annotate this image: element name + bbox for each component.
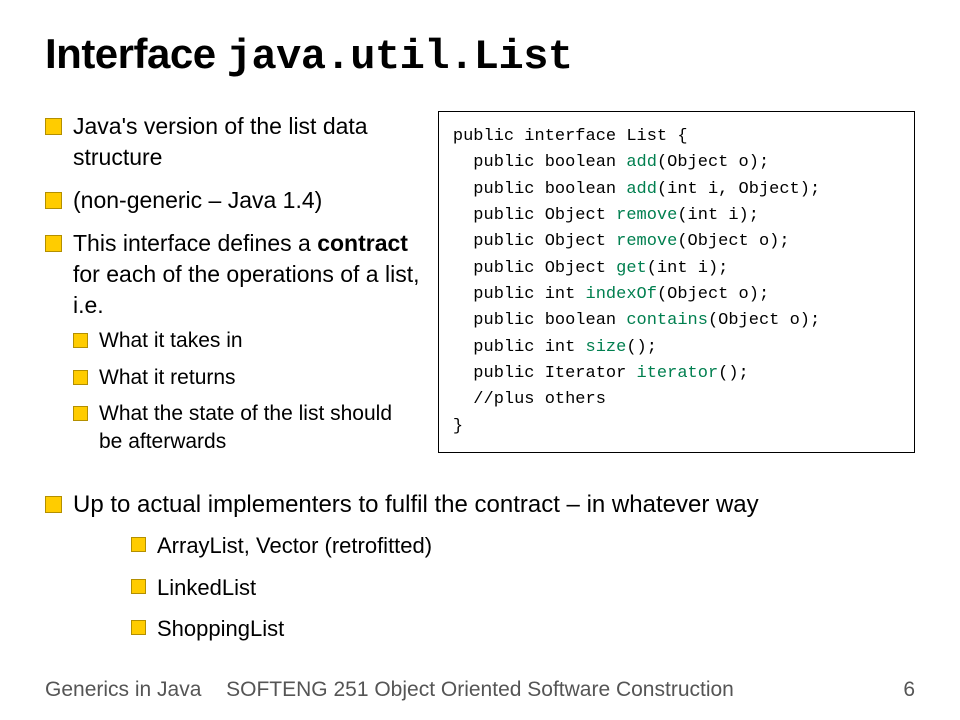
code-method-name: add [626, 153, 657, 172]
code-method-name: get [616, 259, 647, 278]
code-method-name: add [626, 180, 657, 199]
code-line: public Iterator iterator(); [453, 361, 900, 387]
bullet-item: This interface defines a contract for ea… [45, 228, 420, 457]
slide-title: Interface java.util.List [45, 30, 915, 81]
title-prefix: Interface [45, 30, 227, 77]
right-column: public interface List { public boolean a… [438, 111, 915, 453]
footer-page-number: 6 [903, 678, 915, 702]
code-line: public boolean contains(Object o); [453, 308, 900, 334]
bullet-item: (non-generic – Java 1.4) [45, 185, 420, 216]
footer-left: Generics in Java [45, 678, 201, 702]
code-line: public interface List { [453, 124, 900, 150]
code-line: public int size(); [453, 335, 900, 361]
code-line: public Object remove(Object o); [453, 229, 900, 255]
code-method-name: size [586, 338, 627, 357]
below-section: Up to actual implementers to fulfil the … [45, 489, 915, 644]
sub-bullet-list: What it takes in What it returns What the … [73, 327, 420, 456]
code-line: public boolean add(int i, Object); [453, 177, 900, 203]
title-code: java.util.List [227, 33, 573, 81]
bullet-item: Up to actual implementers to fulfil the … [45, 489, 915, 644]
sub-bullet-list: ArrayList, Vector (retrofitted) LinkedLis… [131, 531, 915, 644]
bullet-item: Java's version of the list data structur… [45, 111, 420, 173]
code-line: public Object get(int i); [453, 256, 900, 282]
sub-bullet-item: ShoppingList [131, 614, 915, 644]
code-method-name: iterator [637, 364, 719, 383]
footer: Generics in Java SOFTENG 251 Object Orie… [0, 678, 960, 702]
code-line: public int indexOf(Object o); [453, 282, 900, 308]
left-bullet-list: Java's version of the list data structur… [45, 111, 420, 457]
content-columns: Java's version of the list data structur… [45, 111, 915, 469]
code-box: public interface List { public boolean a… [438, 111, 915, 453]
below-bullet-list: Up to actual implementers to fulfil the … [45, 489, 915, 644]
sub-bullet-item: LinkedList [131, 573, 915, 603]
sub-bullet-item: ArrayList, Vector (retrofitted) [131, 531, 915, 561]
sub-bullet-item: What it returns [73, 364, 420, 392]
code-line: } [453, 414, 900, 440]
sub-bullet-item: What the state of the list should be aft… [73, 400, 420, 457]
code-method-name: remove [616, 206, 677, 225]
code-line: //plus others [453, 387, 900, 413]
code-line: public Object remove(int i); [453, 203, 900, 229]
sub-bullet-item: What it takes in [73, 327, 420, 355]
code-method-name: indexOf [586, 285, 657, 304]
code-method-name: contains [626, 311, 708, 330]
code-line: public boolean add(Object o); [453, 150, 900, 176]
code-method-name: remove [616, 232, 677, 251]
slide: Interface java.util.List Java's version … [0, 0, 960, 720]
left-column: Java's version of the list data structur… [45, 111, 420, 469]
